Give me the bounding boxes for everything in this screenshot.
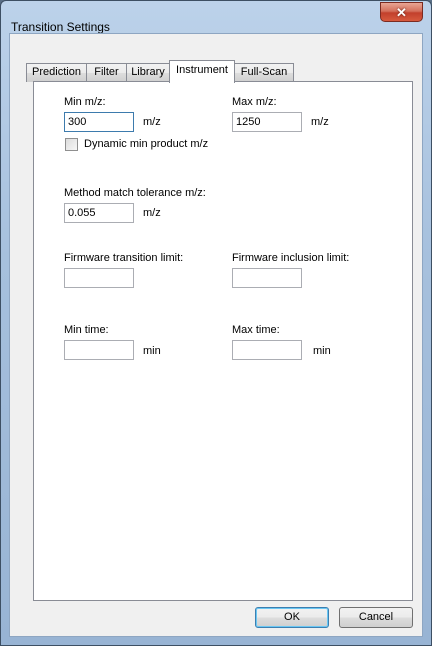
tab-full-scan[interactable]: Full-Scan (234, 63, 294, 82)
max-mz-unit: m/z (311, 116, 329, 128)
tab-library[interactable]: Library (126, 63, 170, 82)
min-mz-unit: m/z (143, 116, 161, 128)
method-match-input[interactable]: 0.055 (64, 203, 134, 223)
method-match-unit: m/z (143, 207, 161, 219)
tab-prediction[interactable]: Prediction (26, 63, 87, 82)
max-time-unit: min (313, 345, 331, 357)
firmware-inclusion-label: Firmware inclusion limit: (232, 252, 350, 264)
min-mz-input[interactable]: 300 (64, 112, 134, 132)
window-title: Transition Settings (11, 20, 110, 34)
cancel-button[interactable]: Cancel (339, 607, 413, 628)
instrument-panel: Min m/z: 300 m/z Max m/z: 1250 m/z Dynam… (33, 81, 413, 601)
firmware-transition-input[interactable] (64, 268, 134, 288)
ok-button[interactable]: OK (255, 607, 329, 628)
dynamic-min-label: Dynamic min product m/z (84, 138, 209, 150)
min-time-unit: min (143, 345, 161, 357)
max-mz-input[interactable]: 1250 (232, 112, 302, 132)
max-time-label: Max time: (232, 324, 280, 336)
min-time-input[interactable] (64, 340, 134, 360)
firmware-transition-label: Firmware transition limit: (64, 252, 184, 264)
tab-instrument[interactable]: Instrument (169, 60, 235, 83)
min-mz-label: Min m/z: (64, 96, 106, 108)
min-time-label: Min time: (64, 324, 109, 336)
max-mz-label: Max m/z: (232, 96, 277, 108)
close-icon: ✕ (396, 4, 407, 20)
firmware-inclusion-input[interactable] (232, 268, 302, 288)
dialog-client-area: Prediction Filter Library Instrument Ful… (9, 33, 423, 637)
method-match-label: Method match tolerance m/z: (64, 187, 206, 199)
close-button[interactable]: ✕ (380, 2, 423, 22)
tab-filter[interactable]: Filter (86, 63, 127, 82)
dynamic-min-checkbox[interactable] (65, 138, 78, 151)
dialog-window: Transition Settings ✕ Prediction Filter … (0, 0, 432, 646)
max-time-input[interactable] (232, 340, 302, 360)
title-bar[interactable]: Transition Settings ✕ (1, 1, 431, 34)
